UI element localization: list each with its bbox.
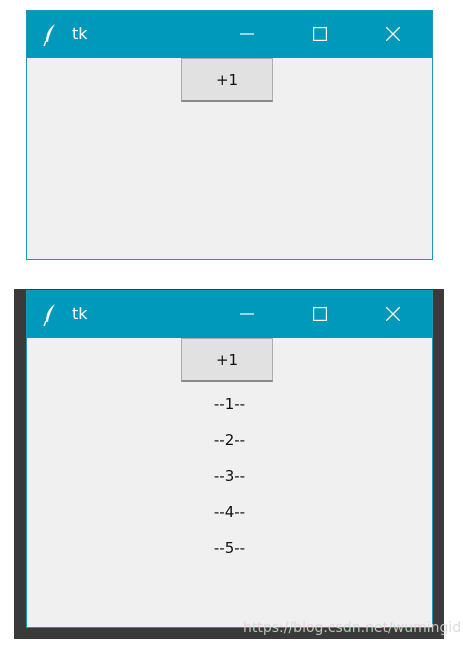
- minimize-icon: [240, 313, 254, 315]
- window-title: tk: [72, 24, 88, 43]
- maximize-button[interactable]: [297, 291, 343, 338]
- plus-one-button[interactable]: +1: [181, 338, 273, 382]
- watermark-text: https://blog.csdn.net/wumingid: [243, 620, 462, 636]
- counter-label-2: --2--: [213, 431, 246, 449]
- counter-label-4: --4--: [213, 503, 246, 521]
- close-button[interactable]: [370, 291, 416, 338]
- maximize-icon: [313, 27, 327, 41]
- minimize-button[interactable]: [224, 291, 270, 338]
- plus-one-button[interactable]: +1: [181, 58, 273, 102]
- window-client-area: +1 --1-- --2-- --3-- --4-- --5--: [27, 338, 432, 627]
- close-icon: [386, 27, 400, 41]
- maximize-button[interactable]: [297, 11, 343, 58]
- maximize-icon: [313, 307, 327, 321]
- window-title: tk: [72, 304, 88, 323]
- feather-icon: [43, 304, 55, 327]
- close-icon: [386, 307, 400, 321]
- counter-label-5: --5--: [213, 539, 246, 557]
- title-bar[interactable]: tk: [27, 291, 432, 338]
- minimize-icon: [240, 33, 254, 35]
- minimize-button[interactable]: [224, 11, 270, 58]
- counter-label-1: --1--: [213, 395, 246, 413]
- feather-icon: [43, 24, 55, 47]
- tk-window-bottom: tk +1 --1-- --2-- --3-- --4-- --5--: [26, 290, 433, 628]
- title-bar[interactable]: tk: [27, 11, 432, 58]
- counter-label-3: --3--: [213, 467, 246, 485]
- tk-window-top: tk +1: [26, 10, 433, 260]
- window-client-area: +1: [27, 58, 432, 259]
- close-button[interactable]: [370, 11, 416, 58]
